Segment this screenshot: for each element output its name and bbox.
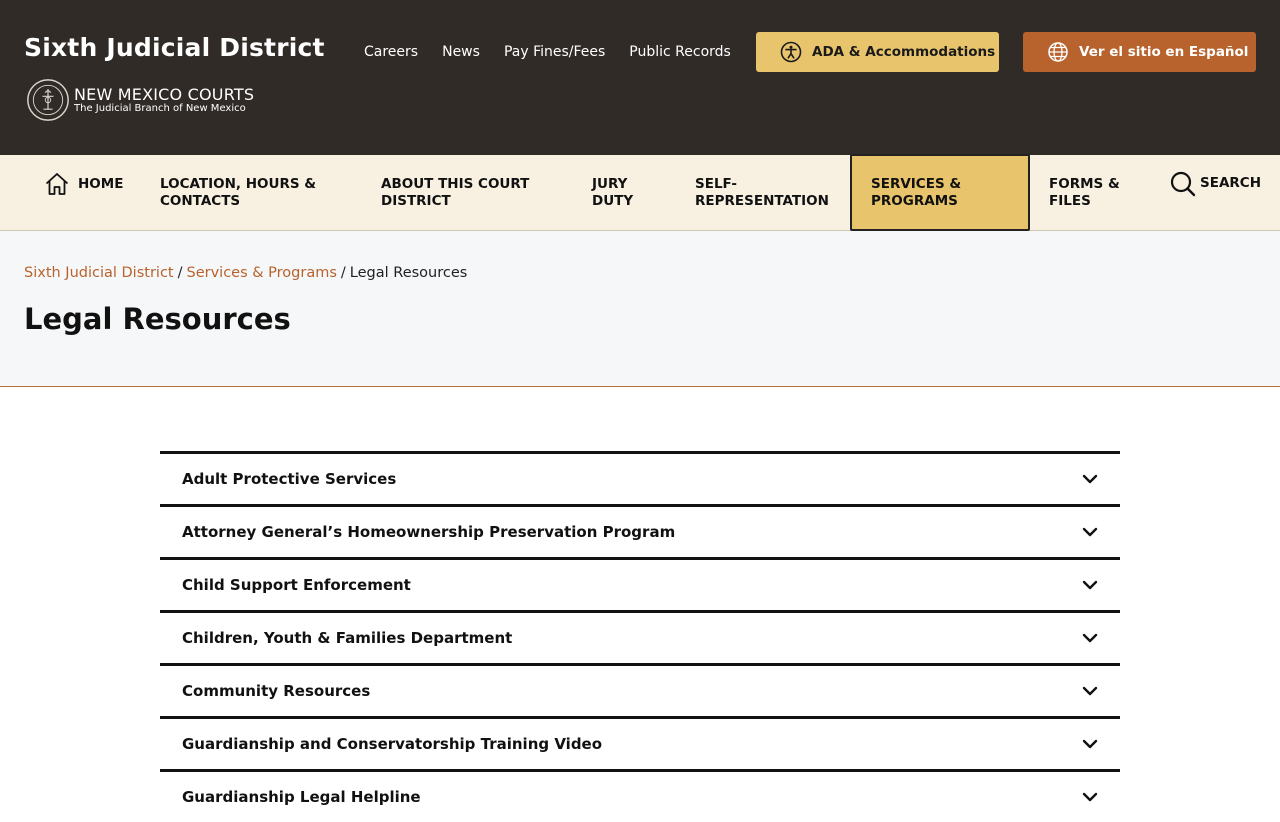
accordion-item-label: Community Resources [182,682,371,700]
nav-label-line1: SELF- [695,176,737,192]
main-navigation: HOME LOCATION, HOURS & CONTACTS ABOUT THI… [0,154,1280,231]
logo-line2: The Judicial Branch of New Mexico [74,103,246,114]
chevron-down-icon [1082,474,1098,484]
breadcrumb: Sixth Judicial District / Services & Progr… [24,265,467,281]
search-label: SEARCH [1200,175,1261,191]
site-title[interactable]: Sixth Judicial District [24,33,325,62]
chevron-down-icon [1082,580,1098,590]
chevron-down-icon [1082,739,1098,749]
nav-home-label: HOME [78,176,124,192]
nav-label-line2: DUTY [592,193,634,209]
chevron-down-icon [1082,792,1098,802]
search-icon [1170,171,1196,197]
breadcrumb-separator: / [340,265,346,281]
accordion-item-label: Children, Youth & Families Department [182,629,513,647]
search-button[interactable]: SEARCH [1170,155,1261,231]
accordion-item-label: Guardianship Legal Helpline [182,788,421,806]
accordion-item-label: Adult Protective Services [182,470,397,488]
nav-label-line2: DISTRICT [381,193,451,209]
breadcrumb-current: Legal Resources [349,265,468,281]
spanish-site-button[interactable]: Ver el sitio en Español [1023,32,1256,72]
spanish-button-label: Ver el sitio en Español [1079,44,1249,60]
accessibility-icon [780,41,802,63]
nav-label-line2: REPRESENTATION [695,193,829,209]
chevron-down-icon [1082,686,1098,696]
nav-forms-files[interactable]: FORMS & FILES [1049,155,1120,231]
nav-label-line1: LOCATION, HOURS & [160,176,317,192]
nav-about-court-district[interactable]: ABOUT THIS COURT DISTRICT [381,155,529,231]
nav-home[interactable]: HOME [44,155,123,231]
accordion-item[interactable]: Children, Youth & Families Department [160,610,1120,663]
accordion-item[interactable]: Child Support Enforcement [160,557,1120,610]
page-title-band: Sixth Judicial District / Services & Progr… [0,231,1280,387]
nav-self-representation[interactable]: SELF- REPRESENTATION [695,155,829,231]
pay-fines-fees-link[interactable]: Pay Fines/Fees [504,44,605,60]
nav-jury-duty[interactable]: JURY DUTY [592,155,633,231]
accordion-item[interactable]: Guardianship and Conservatorship Trainin… [160,716,1120,769]
accordion-item-label: Guardianship and Conservatorship Trainin… [182,735,603,753]
public-records-link[interactable]: Public Records [629,44,731,60]
logo-line1: NEW MEXICO COURTS [74,85,255,104]
site-header: Sixth Judicial District NEW MEXICO COURT… [0,0,1280,155]
accordion-item[interactable]: Guardianship Legal Helpline [160,769,1120,822]
nav-label-line2: PROGRAMS [871,192,958,209]
careers-link[interactable]: Careers [364,44,418,60]
nav-label-line1: JURY [592,176,628,192]
utility-links: Careers News Pay Fines/Fees Public Recor… [364,44,755,60]
home-icon [45,173,69,195]
page-title: Legal Resources [24,302,291,336]
nav-label-line2: CONTACTS [160,193,241,209]
ada-accommodations-button[interactable]: ADA & Accommodations [756,32,999,72]
nav-label-line1: SERVICES & [871,175,962,192]
nav-label-line1: FORMS & [1049,176,1120,192]
accordion-item-label: Child Support Enforcement [182,576,411,594]
court-seal-icon [27,79,69,121]
breadcrumb-home-link[interactable]: Sixth Judicial District [24,265,174,281]
chevron-down-icon [1082,633,1098,643]
chevron-down-icon [1082,527,1098,537]
breadcrumb-separator: / [177,265,183,281]
nav-label-line2: FILES [1049,193,1091,209]
legal-resources-accordion: Adult Protective Services Attorney Gener… [160,451,1120,822]
news-link[interactable]: News [442,44,480,60]
nav-label-line1: ABOUT THIS COURT [381,176,530,192]
accordion-item[interactable]: Community Resources [160,663,1120,716]
nm-courts-logo[interactable]: NEW MEXICO COURTS The Judicial Branch of… [24,78,254,122]
globe-icon [1048,42,1068,62]
ada-button-label: ADA & Accommodations [812,44,996,60]
accordion-item[interactable]: Adult Protective Services [160,451,1120,504]
accordion-item-label: Attorney General’s Homeownership Preserv… [182,523,676,541]
breadcrumb-services-link[interactable]: Services & Programs [187,265,337,281]
nav-services-programs[interactable]: SERVICES & PROGRAMS [850,154,1030,231]
accordion-item[interactable]: Attorney General’s Homeownership Preserv… [160,504,1120,557]
nav-location-hours-contacts[interactable]: LOCATION, HOURS & CONTACTS [160,155,316,231]
